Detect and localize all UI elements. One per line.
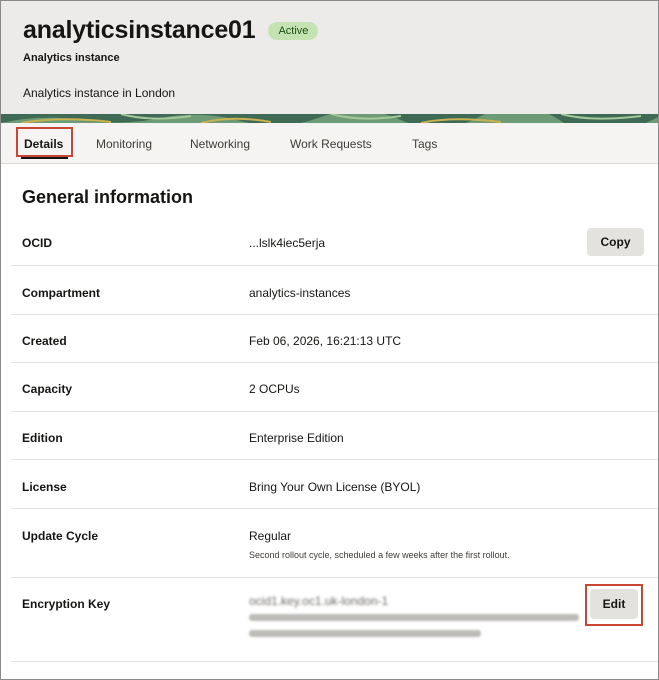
page-title: analyticsinstance01 — [23, 16, 256, 44]
update-cycle-note: Second rollout cycle, scheduled a few we… — [249, 550, 510, 560]
redacted-key-line — [249, 630, 481, 637]
section-title: General information — [22, 187, 194, 207]
update-cycle-value: Regular — [249, 529, 292, 543]
row-capacity: Capacity 2 OCPUs — [11, 362, 658, 412]
ocid-value: ...lslk4iec5erja — [249, 236, 326, 250]
row-license: License Bring Your Own License (BYOL) — [11, 459, 658, 509]
details-tab-highlight — [16, 127, 73, 157]
details-page: analyticsinstance01 Active Analytics ins… — [0, 0, 659, 680]
ocid-label: OCID — [22, 236, 52, 250]
tab-networking[interactable]: Networking — [190, 137, 250, 151]
edition-label: Edition — [22, 431, 63, 445]
row-ocid: OCID ...lslk4iec5erja Copy — [11, 219, 658, 266]
status-badge: Active — [268, 21, 319, 40]
capacity-label: Capacity — [22, 382, 73, 396]
compartment-value: analytics-instances — [249, 286, 351, 300]
resource-type-label: Analytics instance — [23, 52, 120, 64]
title-row: analyticsinstance01 Active — [23, 16, 319, 45]
edit-button-highlight — [585, 584, 643, 626]
redacted-key-line — [249, 614, 579, 621]
created-label: Created — [22, 334, 67, 348]
row-encryption-key: Encryption Key ocid1.key.oc1.uk-london-1… — [11, 577, 658, 662]
tab-tags[interactable]: Tags — [412, 137, 437, 151]
copy-ocid-button[interactable]: Copy — [587, 228, 644, 256]
decorative-banner — [1, 114, 658, 123]
compartment-label: Compartment — [22, 286, 101, 300]
edition-value: Enterprise Edition — [249, 431, 344, 445]
page-header: analyticsinstance01 Active Analytics ins… — [1, 1, 658, 114]
license-label: License — [22, 480, 67, 494]
license-value: Bring Your Own License (BYOL) — [249, 480, 421, 494]
row-created: Created Feb 06, 2026, 16:21:13 UTC — [11, 314, 658, 363]
resource-description: Analytics instance in London — [23, 86, 176, 100]
tab-work-requests[interactable]: Work Requests — [290, 137, 372, 151]
row-edition: Edition Enterprise Edition — [11, 411, 658, 460]
encryption-key-value: ocid1.key.oc1.uk-london-1 — [249, 594, 389, 608]
capacity-value: 2 OCPUs — [249, 382, 300, 396]
row-update-cycle: Update Cycle Regular Second rollout cycl… — [11, 508, 658, 578]
update-cycle-label: Update Cycle — [22, 529, 99, 543]
encryption-key-label: Encryption Key — [22, 597, 111, 611]
created-value: Feb 06, 2026, 16:21:13 UTC — [249, 334, 402, 348]
tab-monitoring[interactable]: Monitoring — [96, 137, 152, 151]
tab-bar: Details Monitoring Networking Work Reque… — [1, 123, 658, 164]
row-compartment: Compartment analytics-instances — [11, 265, 658, 315]
